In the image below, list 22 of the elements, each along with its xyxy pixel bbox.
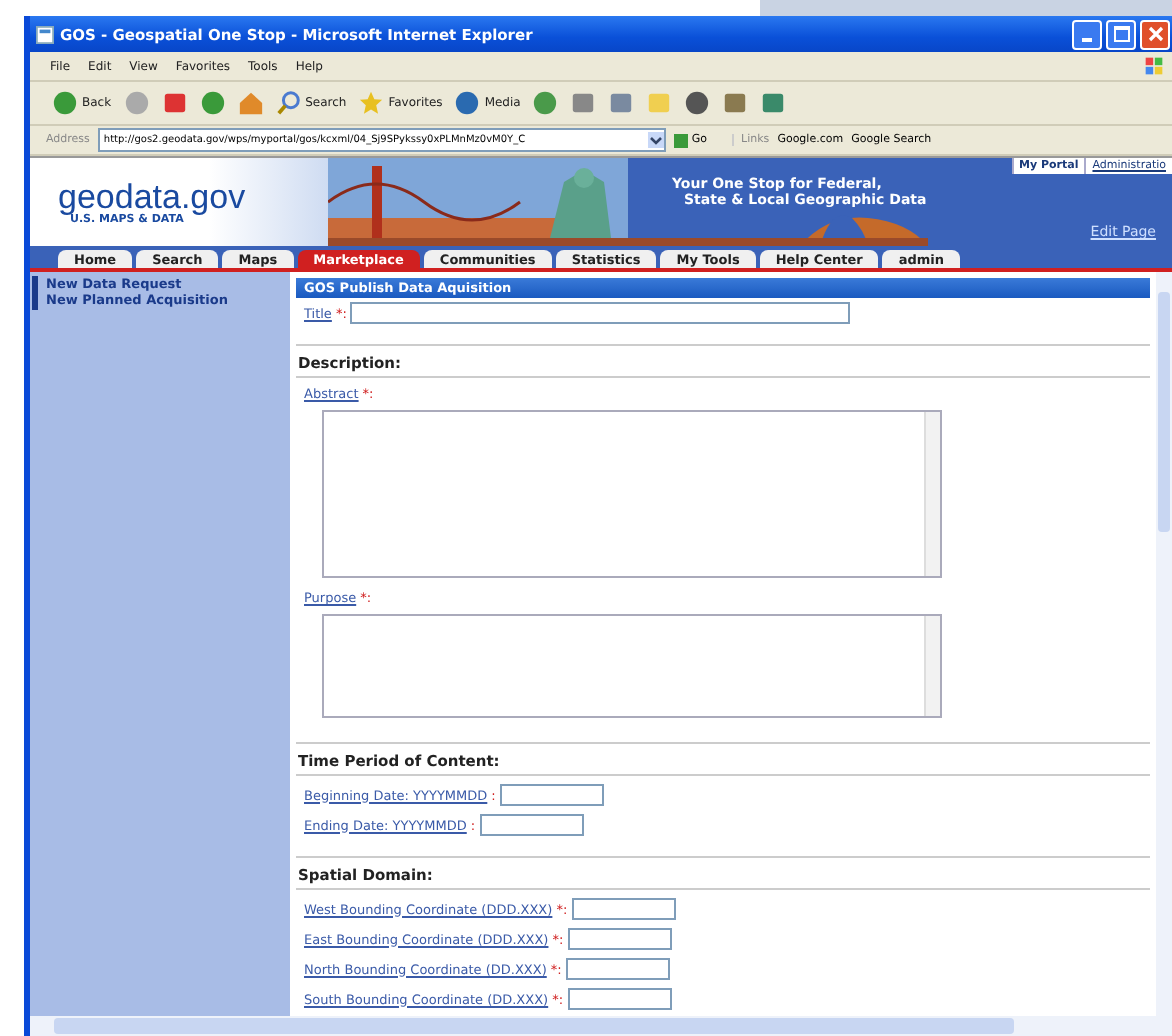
vertical-scrollbar[interactable] <box>1156 272 1172 1016</box>
star-icon <box>358 90 385 116</box>
site-logo[interactable]: geodata.gov <box>58 179 328 213</box>
horizontal-scrollbar[interactable] <box>30 1016 1172 1036</box>
maximize-button[interactable] <box>1106 19 1136 49</box>
dropdown-arrow-icon[interactable] <box>647 132 664 148</box>
input-field[interactable] <box>499 784 604 806</box>
input-field[interactable] <box>567 928 672 950</box>
input-field[interactable] <box>567 988 672 1010</box>
text-area[interactable] <box>322 410 942 578</box>
close-button[interactable] <box>1140 19 1170 49</box>
text-area[interactable] <box>322 614 942 718</box>
input-field[interactable] <box>565 958 670 980</box>
input-field[interactable] <box>479 814 584 836</box>
input-field[interactable] <box>571 898 676 920</box>
title-field[interactable] <box>350 302 851 324</box>
minimize-button[interactable] <box>1072 19 1102 49</box>
close-icon <box>1147 26 1163 42</box>
search-icon <box>275 90 302 116</box>
home-icon <box>237 90 264 116</box>
page-icon <box>36 25 54 43</box>
windows-logo-icon <box>1144 56 1164 76</box>
